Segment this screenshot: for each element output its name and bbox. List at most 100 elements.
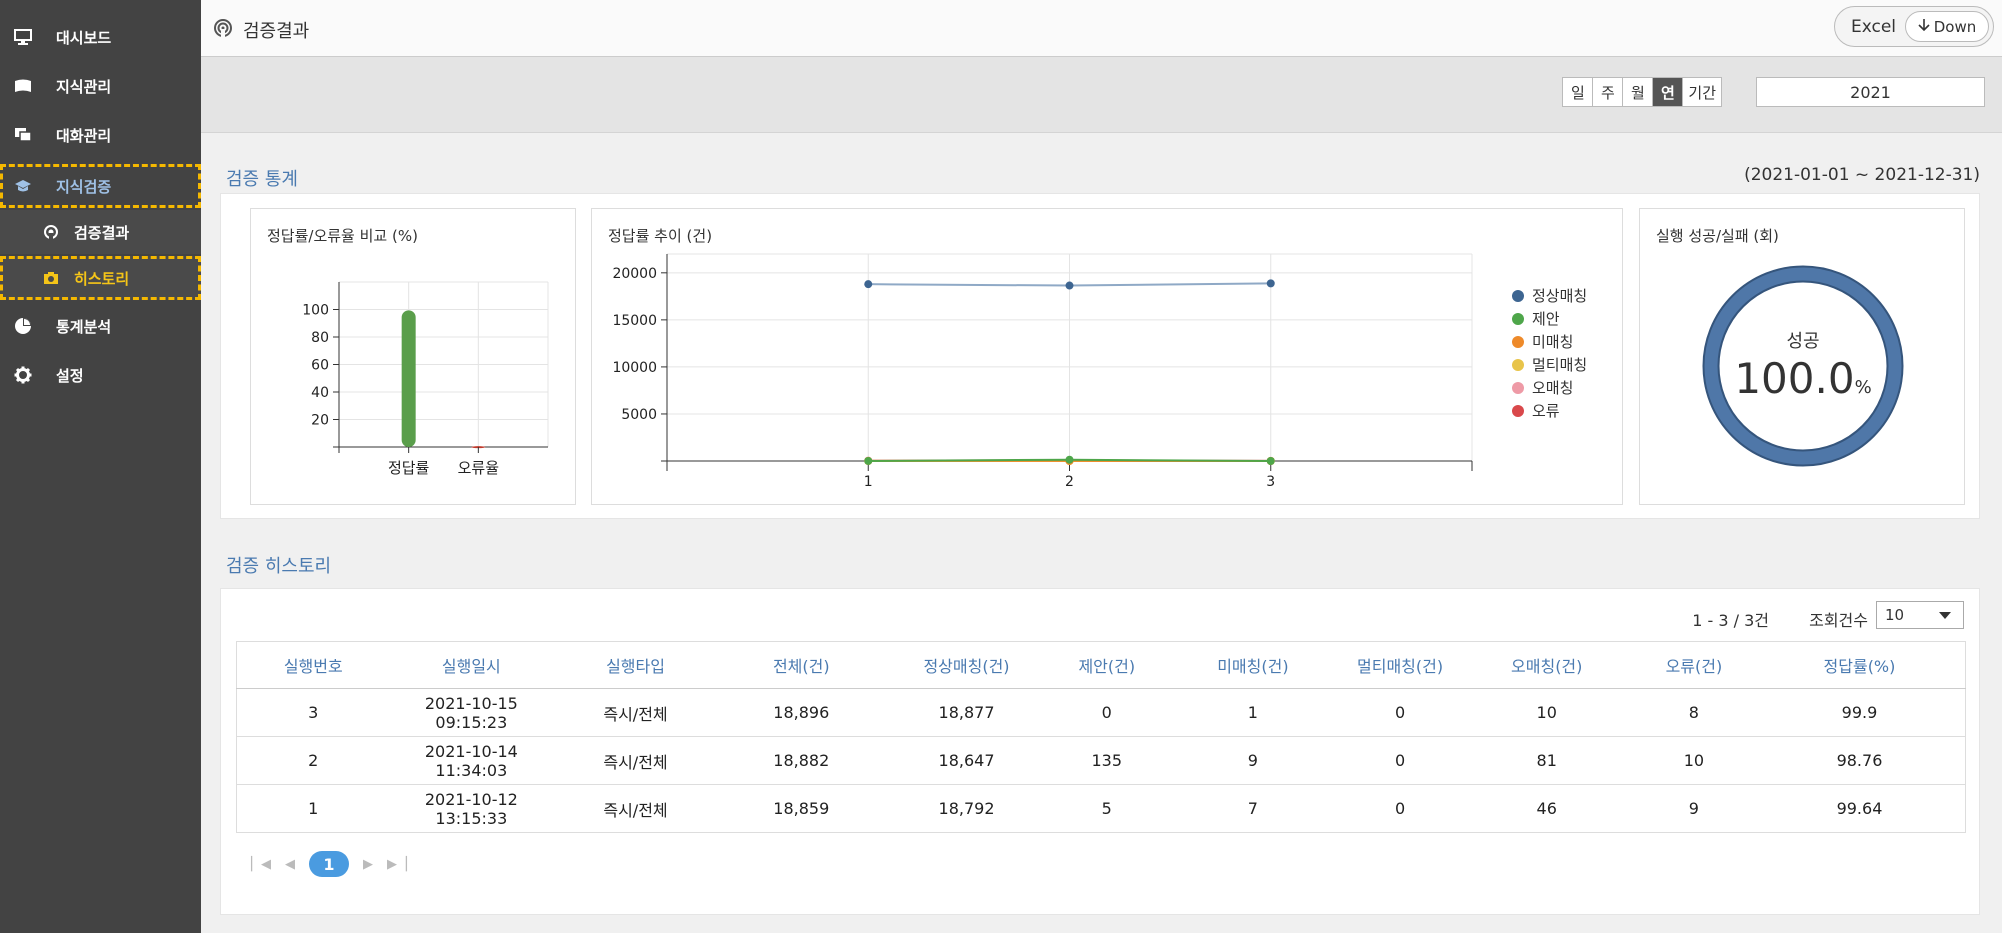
- column-header[interactable]: 오매칭(건): [1459, 641, 1634, 689]
- table-cell: 0: [1048, 688, 1166, 737]
- pie-chart-icon: [14, 317, 32, 335]
- column-header[interactable]: 정답률(%): [1753, 641, 1966, 689]
- legend-swatch: [1512, 358, 1524, 371]
- period-button[interactable]: 기간: [1682, 77, 1722, 107]
- bar: [401, 310, 416, 447]
- sidebar-item-conversation[interactable]: 대화관리: [0, 111, 201, 159]
- count-label: 조회건수: [1809, 611, 1868, 630]
- table-cell: 2021-10-14 11:34:03: [389, 736, 554, 785]
- legend-item[interactable]: 멀티매칭: [1512, 354, 1587, 375]
- table-cell: 2021-10-12 13:15:33: [389, 784, 554, 833]
- table-cell: 9: [1633, 784, 1754, 833]
- y-tick-label: 100: [302, 303, 329, 319]
- sidebar-item-knowledge[interactable]: 지식관리: [0, 62, 201, 110]
- sidebar-item-settings[interactable]: 설정: [0, 351, 201, 399]
- table-cell: 즉시/전체: [553, 736, 718, 785]
- column-header[interactable]: 실행일시: [389, 641, 554, 689]
- next-page-icon[interactable]: ▶: [363, 857, 373, 872]
- table-row[interactable]: 2 2021-10-14 11:34:03 즉시/전체 18,882 18,647 135…: [236, 736, 1966, 785]
- sidebar-item-verification[interactable]: 지식검증: [0, 164, 201, 208]
- legend-swatch: [1512, 404, 1524, 417]
- data-point: [1266, 279, 1275, 288]
- date-range: (2021-01-01 ~ 2021-12-31): [1744, 165, 1980, 185]
- table-cell: 18,792: [884, 784, 1049, 833]
- y-tick-label: 10000: [612, 360, 657, 376]
- table-cell: 1: [1165, 688, 1341, 737]
- legend-swatch: [1512, 289, 1524, 302]
- donut-value: 100.0: [1734, 354, 1855, 403]
- column-header[interactable]: 오류(건): [1633, 641, 1754, 689]
- x-tick-label: 1: [864, 474, 873, 490]
- prev-page-icon[interactable]: ◀: [285, 857, 295, 872]
- data-point: [1266, 457, 1275, 465]
- table-row[interactable]: 3 2021-10-15 09:15:23 즉시/전체 18,896 18,877 0 1 0…: [236, 688, 1966, 737]
- legend-label: 오매칭: [1532, 379, 1574, 397]
- first-page-icon[interactable]: ▏◀: [251, 857, 271, 872]
- data-point: [1065, 455, 1074, 464]
- monitor-icon: [14, 28, 32, 46]
- period-button[interactable]: 일: [1562, 77, 1594, 107]
- stats-panel: 정답률/오류율 비교 (%) 20 40 60 80 100 정답률 오류율 정답률 추이 …: [220, 193, 1980, 519]
- column-header[interactable]: 정상매칭(건): [884, 641, 1049, 689]
- table-cell: 18,647: [884, 736, 1049, 785]
- legend-item[interactable]: 오류: [1512, 400, 1560, 421]
- legend-item[interactable]: 미매칭: [1512, 331, 1573, 352]
- table-cell: 18,859: [717, 784, 885, 833]
- column-header[interactable]: 멀티매칭(건): [1340, 641, 1460, 689]
- last-page-icon[interactable]: ▶▕: [387, 857, 407, 872]
- column-header[interactable]: 제안(건): [1048, 641, 1166, 689]
- table-cell: 10: [1459, 688, 1634, 737]
- donut-label: 성공: [1786, 331, 1820, 352]
- x-tick-label: 정답률: [388, 459, 430, 477]
- legend-item[interactable]: 오매칭: [1512, 377, 1573, 398]
- table-cell: 5: [1048, 784, 1166, 833]
- table-row[interactable]: 1 2021-10-12 13:15:33 즉시/전체 18,859 18,792 5 7 0…: [236, 784, 1966, 833]
- period-button[interactable]: 연: [1652, 77, 1684, 107]
- sidebar-item-label: 지식관리: [56, 77, 112, 96]
- filter-bar: 일 주 월 연 기간 2021: [201, 57, 2002, 133]
- table-cell: 즉시/전체: [553, 784, 718, 833]
- y-tick-label: 20: [311, 413, 329, 429]
- legend-item[interactable]: 정상매칭: [1512, 285, 1587, 306]
- column-header[interactable]: 실행번호: [236, 641, 390, 689]
- period-button[interactable]: 월: [1622, 77, 1654, 107]
- table-header-row: 실행번호 실행일시 실행타입 전체(건) 정상매칭(건) 제안(건) 미매칭(건) 멀티매칭(…: [236, 641, 1966, 689]
- legend-item[interactable]: 제안: [1512, 308, 1560, 329]
- table-cell: 2021-10-15 09:15:23: [389, 688, 554, 737]
- y-tick-label: 40: [311, 385, 329, 401]
- camera-icon: [42, 269, 60, 287]
- broadcast-icon: [42, 223, 60, 241]
- donut-unit: %: [1854, 377, 1872, 398]
- sidebar-item-history[interactable]: 히스토리: [0, 256, 201, 300]
- legend-swatch: [1512, 312, 1524, 325]
- excel-download-button[interactable]: Excel Down: [1834, 6, 1994, 47]
- y-tick-label: 80: [311, 330, 329, 346]
- legend-label: 오류: [1532, 402, 1560, 420]
- sidebar-item-statistics[interactable]: 통계분석: [0, 302, 201, 350]
- period-button[interactable]: 주: [1592, 77, 1624, 107]
- accuracy-trend-card: 정답률 추이 (건) 5000 10000 15000 20000 1 2 3 정상매칭 제안…: [591, 208, 1623, 505]
- page-title-text: 검증결과: [243, 21, 310, 42]
- column-header[interactable]: 미매칭(건): [1165, 641, 1341, 689]
- accuracy-bar-chart: 20 40 60 80 100 정답률 오류율: [302, 281, 549, 477]
- arrow-down-icon: [1918, 18, 1930, 36]
- down-button[interactable]: Down: [1905, 11, 1989, 42]
- table-cell: 1: [236, 784, 390, 833]
- page-number[interactable]: 1: [309, 851, 349, 877]
- period-selector: 일 주 월 연 기간: [1562, 77, 1722, 107]
- column-header[interactable]: 실행타입: [553, 641, 718, 689]
- history-panel: 1 - 3 / 3건 조회건수 10 실행번호 실행일시 실행타입 전체(건) 정상매칭…: [220, 588, 1980, 915]
- legend-swatch: [1512, 381, 1524, 394]
- table-cell: 18,882: [717, 736, 885, 785]
- table-cell: 0: [1340, 784, 1460, 833]
- sidebar-item-verification-result[interactable]: 검증결과: [0, 210, 201, 254]
- table-cell: 18,896: [717, 688, 885, 737]
- execution-success-card: 실행 성공/실패 (회) 성공 100.0%: [1639, 208, 1965, 505]
- sidebar-item-dashboard[interactable]: 대시보드: [0, 13, 201, 61]
- column-header[interactable]: 전체(건): [717, 641, 885, 689]
- x-tick-label: 2: [1065, 474, 1074, 490]
- count-select[interactable]: 10: [1876, 601, 1964, 629]
- sidebar-item-label: 설정: [56, 366, 84, 385]
- year-input[interactable]: 2021: [1756, 77, 1985, 107]
- accuracy-compare-card: 정답률/오류율 비교 (%) 20 40 60 80 100 정답률 오류율: [250, 208, 576, 505]
